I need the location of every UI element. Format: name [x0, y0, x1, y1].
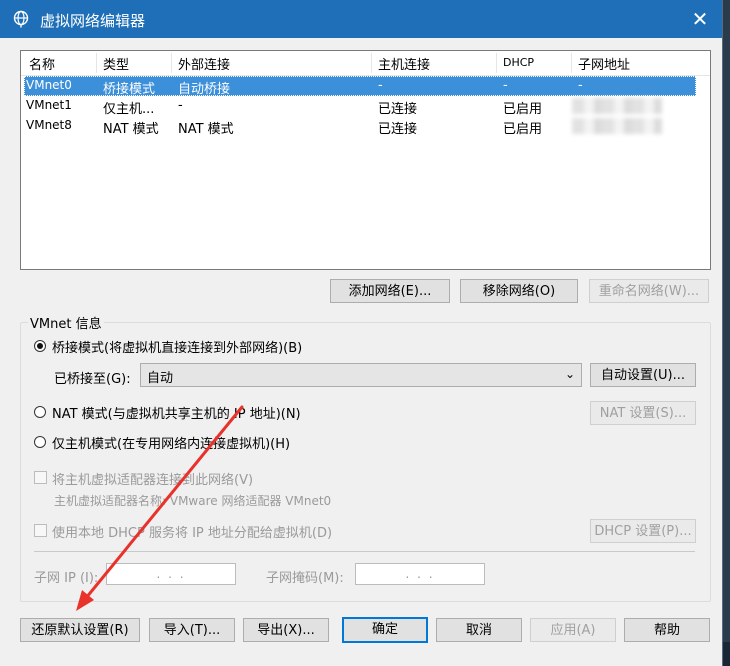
export-button[interactable]: 导出(X)... [243, 618, 329, 642]
divider [34, 551, 695, 552]
help-button[interactable]: 帮助 [624, 618, 710, 642]
window-title: 虚拟网络编辑器 [40, 12, 146, 30]
bridged-mode-label[interactable]: 桥接模式(将虚拟机直接连接到外部网络)(B) [52, 337, 302, 356]
nat-mode-radio[interactable] [34, 406, 46, 418]
redacted-subnet [572, 118, 662, 134]
connect-adapter-checkbox[interactable] [34, 471, 47, 484]
cancel-button[interactable]: 取消 [436, 618, 522, 642]
cell-name: VMnet1 [26, 98, 72, 112]
cell-type: 仅主机... [103, 102, 155, 117]
bridged-to-select[interactable]: 自动 ⌄ [140, 363, 582, 387]
table-row-vmnet8[interactable]: VMnet8 NAT 模式 NAT 模式 已连接 已启用 [24, 116, 696, 137]
column-divider[interactable] [571, 53, 572, 73]
cell-external: NAT 模式 [178, 122, 234, 137]
column-header-name[interactable]: 名称 [29, 54, 55, 73]
cell-external: 自动桥接 [178, 82, 231, 97]
dhcp-settings-button[interactable]: DHCP 设置(P)... [590, 519, 696, 543]
network-globe-icon [13, 10, 29, 28]
nat-mode-label[interactable]: NAT 模式(与虚拟机共享主机的 IP 地址)(N) [52, 403, 301, 422]
dhcp-label[interactable]: 使用本地 DHCP 服务将 IP 地址分配给虚拟机(D) [52, 522, 332, 541]
connect-adapter-label[interactable]: 将主机虚拟适配器连接到此网络(V) [52, 469, 253, 488]
cell-host: 已连接 [378, 122, 418, 137]
cell-dhcp: - [503, 78, 508, 93]
subnet-ip-input[interactable]: . . . [106, 563, 236, 585]
virtual-network-editor-dialog: 虚拟网络编辑器 ✕ 名称 类型 外部连接 主机连接 DHCP 子网地址 VMne… [0, 0, 723, 666]
column-divider[interactable] [96, 53, 97, 73]
bridged-to-label: 已桥接至(G): [54, 372, 131, 387]
add-network-button[interactable]: 添加网络(E)... [330, 279, 450, 303]
cell-type: 桥接模式 [103, 82, 156, 97]
restore-defaults-button[interactable]: 还原默认设置(R) [20, 618, 140, 642]
subnet-ip-label: 子网 IP (I): [34, 571, 99, 586]
cell-external: - [178, 98, 183, 113]
column-header-host[interactable]: 主机连接 [378, 54, 430, 73]
list-header: 名称 类型 外部连接 主机连接 DHCP 子网地址 [21, 51, 710, 76]
column-divider[interactable] [371, 53, 372, 73]
column-header-external[interactable]: 外部连接 [178, 54, 230, 73]
table-row-vmnet0[interactable]: VMnet0 桥接模式 自动桥接 - - - [24, 76, 696, 97]
cell-dhcp: 已启用 [503, 122, 543, 137]
import-button[interactable]: 导入(T)... [149, 618, 235, 642]
rename-network-button[interactable]: 重命名网络(W)... [589, 279, 709, 303]
host-only-label[interactable]: 仅主机模式(在专用网络内连接虚拟机)(H) [52, 433, 290, 452]
adapter-name-label: 主机虚拟适配器名称: VMware 网络适配器 VMnet0 [54, 494, 332, 508]
network-list[interactable]: 名称 类型 外部连接 主机连接 DHCP 子网地址 VMnet0 桥接模式 自动… [20, 50, 711, 270]
remove-network-button[interactable]: 移除网络(O) [460, 279, 578, 303]
column-divider[interactable] [171, 53, 172, 73]
host-only-radio[interactable] [34, 436, 46, 448]
table-row-vmnet1[interactable]: VMnet1 仅主机... - 已连接 已启用 [24, 96, 696, 117]
apply-button[interactable]: 应用(A) [530, 618, 616, 642]
ok-button[interactable]: 确定 [342, 617, 428, 643]
auto-settings-button[interactable]: 自动设置(U)... [590, 363, 696, 387]
column-header-dhcp[interactable]: DHCP [503, 56, 534, 69]
chevron-down-icon: ⌄ [564, 367, 575, 381]
title-bar: 虚拟网络编辑器 ✕ [0, 0, 722, 38]
cell-host: 已连接 [378, 102, 418, 117]
cell-host: - [378, 78, 383, 93]
redacted-subnet [572, 98, 662, 114]
dhcp-checkbox[interactable] [34, 524, 47, 537]
subnet-mask-input[interactable]: . . . [355, 563, 485, 585]
vmnet-info-label: VMnet 信息 [28, 313, 104, 332]
column-header-subnet[interactable]: 子网地址 [578, 54, 630, 73]
bridged-to-value: 自动 [147, 371, 174, 386]
cell-type: NAT 模式 [103, 122, 159, 137]
subnet-mask-label: 子网掩码(M): [266, 571, 344, 586]
column-header-type[interactable]: 类型 [103, 54, 129, 73]
cell-name: VMnet8 [26, 118, 72, 132]
nat-settings-button[interactable]: NAT 设置(S)... [590, 401, 696, 425]
cell-subnet: - [578, 78, 583, 93]
close-button[interactable]: ✕ [680, 4, 720, 34]
bridged-mode-radio[interactable] [34, 340, 46, 352]
cell-dhcp: 已启用 [503, 102, 543, 117]
column-divider[interactable] [496, 53, 497, 73]
desktop-background [722, 0, 730, 666]
cell-name: VMnet0 [26, 78, 72, 92]
